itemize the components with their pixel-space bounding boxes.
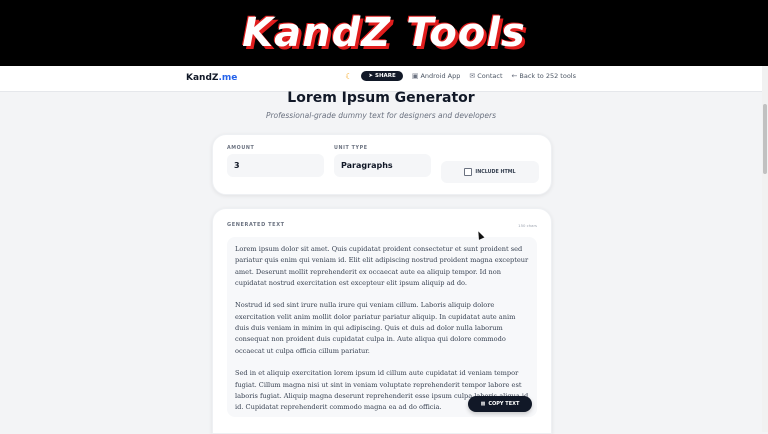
share-icon: ➤: [368, 73, 373, 79]
amount-control: AMOUNT 3: [227, 146, 324, 177]
video-banner: KandZ Tools: [0, 0, 768, 66]
unit-type-label: UNIT TYPE: [334, 146, 368, 151]
brand-suffix: .me: [218, 73, 238, 83]
back-to-tools-link[interactable]: ← Back to 252 tools: [512, 72, 576, 80]
page-scrollbar[interactable]: [762, 66, 768, 432]
android-icon: ▣: [411, 72, 419, 80]
share-button[interactable]: ➤ SHARE: [361, 71, 403, 81]
back-label: Back to 252 tools: [519, 72, 576, 80]
include-html-label: INCLUDE HTML: [475, 169, 516, 175]
mail-icon: ✉: [469, 72, 476, 80]
char-count: 150 chars: [518, 223, 537, 228]
unit-type-select[interactable]: Paragraphs: [334, 154, 431, 177]
contact-label: Contact: [477, 72, 503, 80]
include-html-checkbox[interactable]: [464, 168, 473, 176]
share-label: SHARE: [374, 73, 396, 79]
amount-input[interactable]: 3: [227, 154, 324, 177]
unit-type-control: UNIT TYPE Paragraphs: [334, 146, 431, 177]
amount-label: AMOUNT: [227, 146, 255, 151]
moon-icon[interactable]: ☾: [345, 72, 352, 81]
android-app-link[interactable]: ▣ Android App: [412, 72, 461, 80]
banner-title: KandZ Tools: [242, 10, 526, 56]
scrollbar-thumb[interactable]: [763, 104, 767, 174]
top-navbar: KandZ.me ☾ ➤ SHARE ▣ Android App ✉ Conta…: [0, 66, 762, 92]
brand-logo[interactable]: KandZ.me: [186, 73, 237, 83]
paragraph-2: Nostrud id sed sint irure nulla irure qu…: [235, 301, 516, 355]
arrow-left-icon: ←: [511, 72, 518, 80]
paragraph-1: Lorem ipsum dolor sit amet. Quis cupidat…: [235, 245, 529, 287]
include-html-toggle[interactable]: INCLUDE HTML: [441, 161, 539, 183]
generated-text-area[interactable]: Lorem ipsum dolor sit amet. Quis cupidat…: [227, 237, 537, 417]
copy-text-button[interactable]: ▩ COPY TEXT: [468, 396, 532, 412]
copy-text-label: COPY TEXT: [488, 401, 520, 407]
output-card: GENERATED TEXT 150 chars Lorem ipsum dol…: [212, 208, 552, 434]
contact-link[interactable]: ✉ Contact: [469, 72, 502, 80]
page-title: Lorem Ipsum Generator: [287, 90, 475, 106]
page-subtitle: Professional-grade dummy text for design…: [265, 111, 497, 120]
nav-links: ☾ ➤ SHARE ▣ Android App ✉ Contact ← Back…: [345, 71, 576, 81]
generated-text-label: GENERATED TEXT: [227, 222, 285, 228]
android-label: Android App: [420, 72, 461, 80]
clipboard-icon: ▩: [480, 401, 486, 407]
brand-main: KandZ: [186, 73, 219, 83]
controls-card: AMOUNT 3 UNIT TYPE Paragraphs INCLUDE HT…: [212, 134, 552, 195]
